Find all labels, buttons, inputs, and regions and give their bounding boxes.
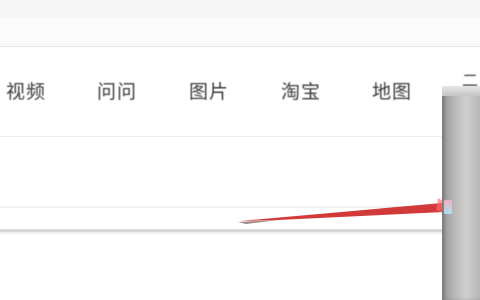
- nav-tabs: 视频 问问 图片 淘宝 地图: [0, 62, 442, 118]
- top-toolbar: [0, 18, 480, 47]
- tab-video[interactable]: 视频: [0, 77, 52, 103]
- nav-divider: [0, 136, 442, 137]
- scrollbar-cap: [442, 86, 480, 96]
- tab-taobao[interactable]: 淘宝: [272, 77, 330, 103]
- tab-images[interactable]: 图片: [180, 77, 238, 103]
- scrollbar-handle[interactable]: [442, 86, 480, 300]
- top-strip: [0, 0, 480, 19]
- tab-map[interactable]: 地图: [366, 77, 418, 103]
- search-bottom-shadow: [0, 232, 442, 234]
- page: 视频 问问 图片 淘宝 地图 二: [0, 0, 480, 300]
- red-swoosh-logo-icon: [238, 198, 448, 224]
- scrollbar-grip-icon: [444, 200, 452, 214]
- tab-wenwen[interactable]: 问问: [88, 77, 146, 103]
